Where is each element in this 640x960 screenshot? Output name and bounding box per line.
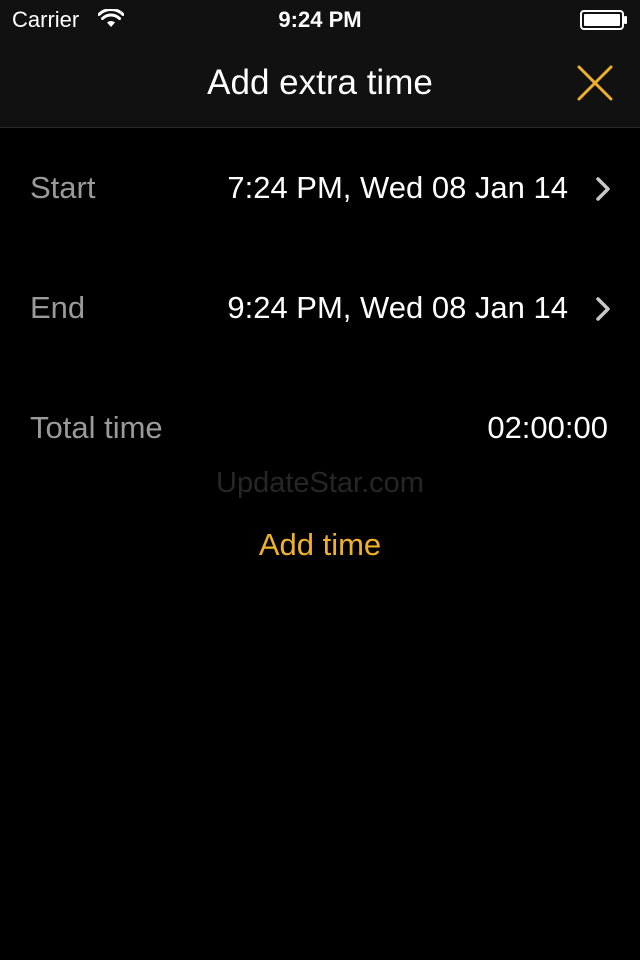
total-time-row: Total time 02:00:00 [0, 388, 640, 468]
add-time-button[interactable]: Add time [220, 522, 420, 570]
watermark: UpdateStar.com [216, 467, 424, 499]
start-row[interactable]: Start 7:24 PM, Wed 08 Jan 14 [0, 148, 640, 228]
total-time-label: Total time [30, 410, 163, 445]
end-value: 9:24 PM, Wed 08 Jan 14 [227, 290, 568, 325]
total-time-value: 02:00:00 [487, 410, 608, 445]
start-value: 7:24 PM, Wed 08 Jan 14 [227, 170, 568, 205]
status-bar: Carrier 9:24 PM [0, 0, 640, 40]
page-title: Add extra time [207, 63, 433, 102]
chevron-right-icon [596, 297, 610, 321]
chevron-right-icon [596, 177, 610, 201]
end-label: End [30, 290, 86, 325]
close-button[interactable] [572, 60, 618, 106]
battery-full-icon [580, 10, 627, 30]
status-time: 9:24 PM [278, 7, 362, 32]
start-label: Start [30, 170, 96, 205]
close-x-icon [577, 65, 613, 101]
navigation-bar: Add extra time [0, 40, 640, 128]
end-row[interactable]: End 9:24 PM, Wed 08 Jan 14 [0, 268, 640, 348]
